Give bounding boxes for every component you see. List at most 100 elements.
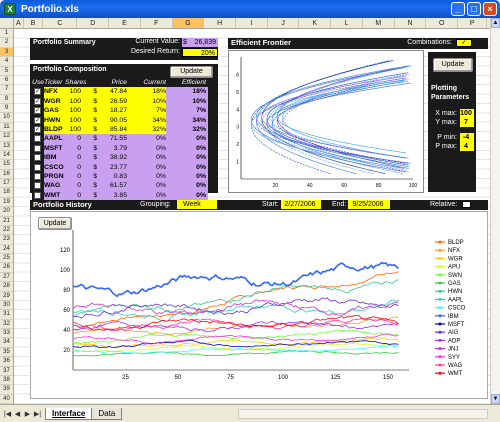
row-header-29[interactable]: 29 [0, 292, 13, 301]
ticker-cell[interactable]: HWN [44, 115, 65, 125]
ticker-cell[interactable]: BLDP [44, 124, 65, 135]
shares-cell[interactable]: 0 [65, 143, 81, 154]
column-header-g[interactable]: G [172, 18, 205, 28]
select-all-corner[interactable] [0, 18, 14, 29]
row-header-15[interactable]: 15 [0, 160, 13, 170]
row-header-8[interactable]: 8 [0, 95, 13, 104]
ticker-cell[interactable]: PRGN [44, 171, 65, 182]
row-header-6[interactable]: 6 [0, 76, 13, 86]
row-header-2[interactable]: 2 [0, 38, 13, 48]
column-header-m[interactable]: M [363, 18, 395, 28]
row-header-39[interactable]: 39 [0, 385, 13, 395]
column-header-j[interactable]: J [268, 18, 300, 28]
maximize-button[interactable]: □ [467, 2, 481, 16]
use-checkbox[interactable] [34, 144, 41, 152]
row-header-18[interactable]: 18 [0, 188, 13, 198]
ticker-cell[interactable]: CSCO [44, 162, 65, 172]
row-header-30[interactable]: 30 [0, 301, 13, 311]
grouping-select[interactable]: Week [177, 200, 217, 209]
row-header-11[interactable]: 11 [0, 123, 13, 133]
row-header-25[interactable]: 25 [0, 254, 13, 264]
column-header-c[interactable]: C [43, 18, 78, 28]
shares-cell[interactable]: 0 [65, 181, 81, 191]
use-checkbox[interactable]: ✓ [34, 97, 41, 105]
row-header-40[interactable]: 40 [0, 395, 13, 404]
row-header-27[interactable]: 27 [0, 273, 13, 283]
shares-cell[interactable]: 0 [65, 190, 81, 201]
plotting-update-button[interactable]: Update [433, 58, 473, 72]
row-header-34[interactable]: 34 [0, 338, 13, 348]
shares-cell[interactable]: 100 [65, 115, 81, 125]
ticker-cell[interactable]: NFX [44, 87, 65, 97]
column-header-n[interactable]: N [395, 18, 427, 28]
horizontal-scrollbar[interactable] [238, 408, 488, 419]
row-header-13[interactable]: 13 [0, 142, 13, 151]
row-header-35[interactable]: 35 [0, 348, 13, 358]
scroll-down-icon[interactable]: ▼ [491, 394, 500, 404]
use-checkbox[interactable] [34, 163, 41, 171]
use-checkbox[interactable] [34, 135, 41, 143]
row-header-12[interactable]: 12 [0, 132, 13, 142]
shares-cell[interactable]: 0 [65, 171, 81, 182]
row-header-33[interactable]: 33 [0, 329, 13, 339]
column-header-a[interactable]: A [14, 18, 24, 28]
row-header-23[interactable]: 23 [0, 235, 13, 245]
ticker-cell[interactable]: GAS [44, 106, 65, 116]
row-header-17[interactable]: 17 [0, 179, 13, 189]
row-header-26[interactable]: 26 [0, 263, 13, 273]
scroll-up-icon[interactable]: ▲ [491, 18, 500, 28]
row-header-32[interactable]: 32 [0, 320, 13, 329]
relative-checkbox[interactable] [462, 201, 471, 208]
use-checkbox[interactable] [34, 182, 41, 190]
row-header-1[interactable]: 1 [0, 29, 13, 39]
combinations-checkbox[interactable]: ✓ [456, 39, 472, 47]
row-header-24[interactable]: 24 [0, 245, 13, 254]
row-header-21[interactable]: 21 [0, 217, 13, 226]
shares-cell[interactable]: 100 [65, 124, 81, 135]
end-date-input[interactable]: 9/25/2006 [348, 200, 390, 209]
shares-cell[interactable]: 100 [65, 96, 81, 107]
prev-sheet-icon[interactable]: ◀ [13, 410, 22, 418]
current-value[interactable]: 26,839 [191, 38, 218, 47]
column-header-l[interactable]: L [331, 18, 363, 28]
next-sheet-icon[interactable]: ▶ [23, 410, 32, 418]
row-header-9[interactable]: 9 [0, 104, 13, 114]
row-header-5[interactable]: 5 [0, 67, 13, 76]
use-checkbox[interactable] [34, 154, 41, 162]
ticker-cell[interactable]: IBM [44, 153, 65, 163]
ticker-cell[interactable]: WGR [44, 96, 65, 107]
pmax-input[interactable]: 4 [460, 142, 474, 151]
row-header-14[interactable]: 14 [0, 151, 13, 161]
row-header-20[interactable]: 20 [0, 207, 13, 217]
shares-cell[interactable]: 0 [65, 153, 81, 163]
column-header-b[interactable]: B [24, 18, 44, 28]
use-checkbox[interactable]: ✓ [34, 107, 41, 115]
desired-return-input[interactable]: 20% [182, 48, 218, 57]
row-header-28[interactable]: 28 [0, 282, 13, 292]
column-header-f[interactable]: F [141, 18, 173, 28]
shares-cell[interactable]: 100 [65, 106, 81, 116]
tab-data[interactable]: Data [91, 407, 123, 420]
tab-interface[interactable]: Interface [45, 407, 93, 420]
column-header-d[interactable]: D [77, 18, 110, 28]
row-header-19[interactable]: 19 [0, 198, 13, 208]
column-header-i[interactable]: I [236, 18, 268, 28]
use-checkbox[interactable]: ✓ [34, 125, 41, 133]
use-checkbox[interactable]: ✓ [34, 88, 41, 96]
ticker-cell[interactable]: AAPL [44, 134, 65, 144]
row-header-16[interactable]: 16 [0, 170, 13, 179]
window-titlebar[interactable]: X Portfolio.xls _ □ × [0, 0, 500, 18]
last-sheet-icon[interactable]: ▶| [33, 410, 42, 418]
row-header-37[interactable]: 37 [0, 367, 13, 376]
row-header-36[interactable]: 36 [0, 357, 13, 367]
row-header-3[interactable]: 3 [0, 47, 13, 58]
use-checkbox[interactable] [34, 172, 41, 180]
column-header-p[interactable]: P [458, 18, 488, 28]
ymax-input[interactable]: 7 [460, 118, 474, 127]
start-date-input[interactable]: 2/27/2006 [281, 200, 321, 209]
row-header-31[interactable]: 31 [0, 310, 13, 320]
close-button[interactable]: × [483, 2, 497, 16]
use-checkbox[interactable] [34, 191, 41, 199]
first-sheet-icon[interactable]: |◀ [3, 410, 12, 418]
minimize-button[interactable]: _ [451, 2, 465, 16]
